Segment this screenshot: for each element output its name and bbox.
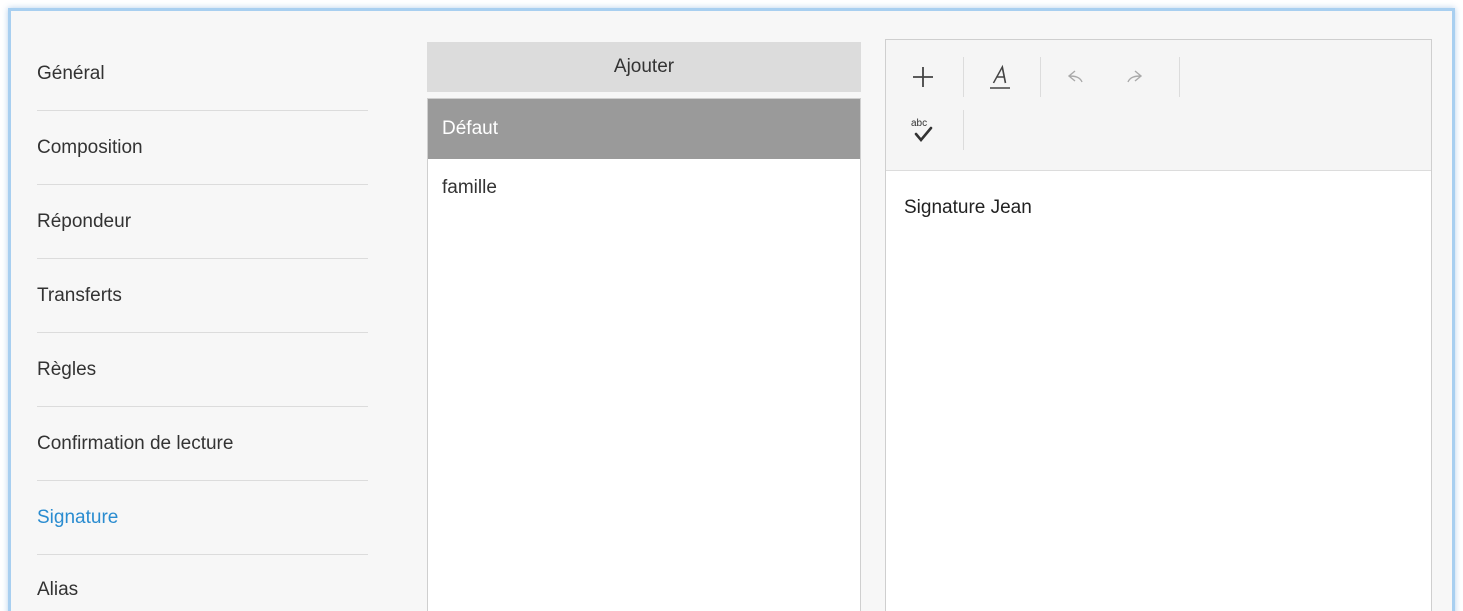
signature-name: famille	[442, 177, 497, 198]
plus-icon[interactable]	[903, 57, 943, 97]
signature-text: Signature Jean	[904, 197, 1032, 218]
nav-item-regles[interactable]: Règles	[37, 333, 368, 407]
toolbar-separator	[1040, 57, 1041, 97]
redo-icon[interactable]	[1114, 57, 1154, 97]
editor-content[interactable]: Signature Jean	[886, 171, 1431, 245]
nav-item-general[interactable]: Général	[37, 37, 368, 111]
nav-item-composition[interactable]: Composition	[37, 111, 368, 185]
add-signature-button[interactable]: Ajouter	[427, 42, 861, 92]
nav-item-transferts[interactable]: Transferts	[37, 259, 368, 333]
svg-text:abc: abc	[911, 118, 927, 129]
editor-toolbar: abc	[886, 40, 1431, 171]
signature-list: Défaut famille	[427, 98, 861, 611]
spellcheck-icon[interactable]: abc	[903, 110, 943, 150]
toolbar-separator	[963, 57, 964, 97]
undo-icon[interactable]	[1056, 57, 1096, 97]
list-item[interactable]: famille	[428, 159, 860, 219]
nav-item-repondeur[interactable]: Répondeur	[37, 185, 368, 259]
toolbar-separator	[963, 110, 964, 150]
text-color-icon[interactable]	[980, 57, 1020, 97]
nav-item-confirmation-lecture[interactable]: Confirmation de lecture	[37, 407, 368, 481]
list-item[interactable]: Défaut	[428, 99, 860, 159]
signature-name: Défaut	[442, 118, 498, 139]
signature-editor: abc Signature Jean	[885, 39, 1432, 611]
settings-nav: Général Composition Répondeur Transferts…	[11, 11, 371, 611]
toolbar-separator	[1179, 57, 1180, 97]
settings-panel: Général Composition Répondeur Transferts…	[8, 8, 1455, 611]
nav-item-alias[interactable]: Alias	[37, 555, 368, 611]
nav-item-signature[interactable]: Signature	[37, 481, 368, 555]
